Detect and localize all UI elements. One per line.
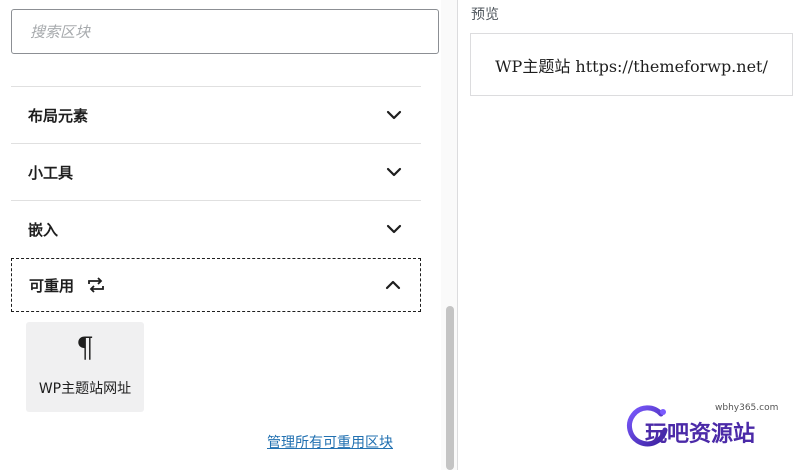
block-inserter-panel: 布局元素 小工具 嵌入 可重用 ¶ WP主题 (0, 0, 457, 470)
section-title: 可重用 (29, 276, 75, 295)
scrollbar-thumb[interactable] (446, 306, 454, 470)
watermark-text: 玩吧资源站 (645, 422, 756, 447)
search-wrapper (11, 9, 439, 54)
search-input[interactable] (11, 9, 439, 54)
chevron-down-icon (386, 167, 402, 177)
paragraph-icon: ¶ (76, 331, 94, 364)
section-title: 布局元素 (28, 106, 89, 125)
section-reusable[interactable]: 可重用 (11, 258, 421, 312)
preview-title: 预览 (471, 7, 499, 23)
block-item-label: WP主题站网址 (38, 381, 132, 397)
reusable-block-item[interactable]: ¶ WP主题站网址 (26, 322, 144, 412)
section-widgets[interactable]: 小工具 (11, 143, 421, 200)
section-layout[interactable]: 布局元素 (11, 86, 421, 143)
section-embeds[interactable]: 嵌入 (11, 200, 421, 257)
reusable-icon (88, 277, 104, 293)
section-title: 小工具 (28, 163, 74, 182)
manage-reusable-blocks-link[interactable]: 管理所有可重用区块 (267, 432, 393, 452)
chevron-down-icon (386, 224, 402, 234)
preview-content: WP主题站 https://themeforwp.net/ (495, 56, 768, 76)
preview-box: WP主题站 https://themeforwp.net/ (470, 33, 793, 96)
chevron-up-icon (385, 280, 401, 290)
watermark-logo: wbhy365.com 玩吧资源站 (625, 398, 797, 450)
section-title: 嵌入 (28, 220, 59, 239)
section-title-wrap: 可重用 (29, 275, 106, 296)
chevron-down-icon (386, 110, 402, 120)
watermark-url: wbhy365.com (715, 403, 779, 413)
